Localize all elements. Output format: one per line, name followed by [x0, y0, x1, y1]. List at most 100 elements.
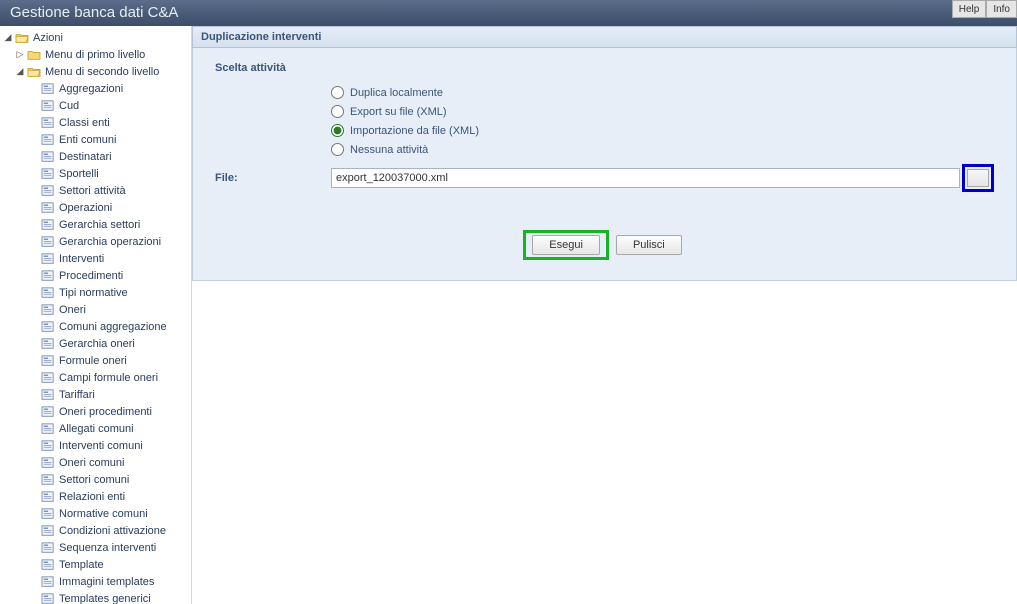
form-icon	[40, 337, 56, 351]
radio-export-xml[interactable]: Export su file (XML)	[331, 105, 994, 118]
sidebar-item-label: Relazioni enti	[59, 491, 189, 503]
sidebar-item-label: Aggregazioni	[59, 83, 189, 95]
sidebar-item-gerarchia-settori[interactable]: Gerarchia settori	[0, 216, 191, 233]
form-icon	[40, 303, 56, 317]
sidebar-item-condizioni-attivazione[interactable]: Condizioni attivazione	[0, 522, 191, 539]
sidebar-item-sequenza-interventi[interactable]: Sequenza interventi	[0, 539, 191, 556]
sidebar-item-label: Immagini templates	[59, 576, 189, 588]
sidebar-item-template[interactable]: Template	[0, 556, 191, 573]
radio-nessuna-attivita[interactable]: Nessuna attività	[331, 143, 994, 156]
info-button[interactable]: Info	[986, 0, 1017, 18]
sidebar-item-label: Normative comuni	[59, 508, 189, 520]
form-icon	[40, 286, 56, 300]
sidebar-item-campi-formule-oneri[interactable]: Campi formule oneri	[0, 369, 191, 386]
radio-label: Duplica localmente	[350, 87, 443, 99]
form-icon	[40, 558, 56, 572]
form-icon	[40, 592, 56, 604]
form-icon	[40, 116, 56, 130]
esegui-button[interactable]: Esegui	[532, 235, 600, 255]
sidebar-item-templates-generici[interactable]: Templates generici	[0, 590, 191, 604]
sidebar-item-label: Interventi comuni	[59, 440, 189, 452]
titlebar-buttons: Help Info	[952, 0, 1017, 22]
sidebar-item-oneri-comuni[interactable]: Oneri comuni	[0, 454, 191, 471]
sidebar-item-settori-comuni[interactable]: Settori comuni	[0, 471, 191, 488]
form-icon	[40, 371, 56, 385]
sidebar-item-label: Operazioni	[59, 202, 189, 214]
tree-menu-primo-livello[interactable]: ▷ Menu di primo livello	[0, 46, 191, 63]
sidebar-item-label: Gerarchia oneri	[59, 338, 189, 350]
sidebar-item-comuni-aggregazione[interactable]: Comuni aggregazione	[0, 318, 191, 335]
form-icon	[40, 405, 56, 419]
browse-button[interactable]	[967, 169, 989, 187]
sidebar-item-interventi[interactable]: Interventi	[0, 250, 191, 267]
section-label: Scelta attività	[215, 62, 994, 74]
radio-duplica-localmente[interactable]: Duplica localmente	[331, 86, 994, 99]
sidebar-item-interventi-comuni[interactable]: Interventi comuni	[0, 437, 191, 454]
form-icon	[40, 524, 56, 538]
form-icon	[40, 354, 56, 368]
form-icon	[40, 218, 56, 232]
form-icon	[40, 133, 56, 147]
radio-label: Nessuna attività	[350, 144, 428, 156]
form-icon	[40, 456, 56, 470]
form-icon	[40, 201, 56, 215]
form-icon	[40, 167, 56, 181]
sidebar-item-oneri-procedimenti[interactable]: Oneri procedimenti	[0, 403, 191, 420]
file-input[interactable]	[331, 168, 960, 188]
sidebar-item-formule-oneri[interactable]: Formule oneri	[0, 352, 191, 369]
form-icon	[40, 507, 56, 521]
radio-input[interactable]	[331, 86, 344, 99]
sidebar-tree: ◢ Azioni ▷ Menu di primo livello ◢ Menu …	[0, 26, 192, 604]
radio-input[interactable]	[331, 105, 344, 118]
tree-label: Menu di secondo livello	[45, 66, 189, 78]
sidebar-item-settori-attivit-[interactable]: Settori attività	[0, 182, 191, 199]
sidebar-item-label: Sportelli	[59, 168, 189, 180]
tree-menu-secondo-livello[interactable]: ◢ Menu di secondo livello	[0, 63, 191, 80]
sidebar-item-gerarchia-oneri[interactable]: Gerarchia oneri	[0, 335, 191, 352]
sidebar-item-oneri[interactable]: Oneri	[0, 301, 191, 318]
sidebar-item-label: Condizioni attivazione	[59, 525, 189, 537]
pulisci-button[interactable]: Pulisci	[616, 235, 682, 255]
form-icon	[40, 150, 56, 164]
form-icon	[40, 99, 56, 113]
sidebar-item-label: Tariffari	[59, 389, 189, 401]
form-icon	[40, 439, 56, 453]
radio-input[interactable]	[331, 143, 344, 156]
collapse-icon[interactable]: ◢	[14, 66, 26, 77]
sidebar-item-label: Settori comuni	[59, 474, 189, 486]
sidebar-item-relazioni-enti[interactable]: Relazioni enti	[0, 488, 191, 505]
sidebar-item-label: Tipi normative	[59, 287, 189, 299]
sidebar-item-label: Comuni aggregazione	[59, 321, 189, 333]
radio-import-xml[interactable]: Importazione da file (XML)	[331, 124, 994, 137]
sidebar-item-label: Destinatari	[59, 151, 189, 163]
sidebar-item-operazioni[interactable]: Operazioni	[0, 199, 191, 216]
radio-input[interactable]	[331, 124, 344, 137]
sidebar-item-enti-comuni[interactable]: Enti comuni	[0, 131, 191, 148]
sidebar-item-destinatari[interactable]: Destinatari	[0, 148, 191, 165]
sidebar-item-procedimenti[interactable]: Procedimenti	[0, 267, 191, 284]
sidebar-item-cud[interactable]: Cud	[0, 97, 191, 114]
sidebar-item-label: Gerarchia settori	[59, 219, 189, 231]
folder-open-icon	[14, 31, 30, 45]
sidebar-item-immagini-templates[interactable]: Immagini templates	[0, 573, 191, 590]
sidebar-item-label: Allegati comuni	[59, 423, 189, 435]
button-row: Esegui Pulisci	[215, 230, 994, 260]
sidebar-item-sportelli[interactable]: Sportelli	[0, 165, 191, 182]
sidebar-item-label: Enti comuni	[59, 134, 189, 146]
tree-root-azioni[interactable]: ◢ Azioni	[0, 29, 191, 46]
sidebar-item-gerarchia-operazioni[interactable]: Gerarchia operazioni	[0, 233, 191, 250]
sidebar-item-classi-enti[interactable]: Classi enti	[0, 114, 191, 131]
panel-body: Scelta attività Duplica localmente Expor…	[192, 48, 1017, 281]
expand-icon[interactable]: ▷	[14, 49, 26, 60]
form-icon	[40, 269, 56, 283]
sidebar-item-normative-comuni[interactable]: Normative comuni	[0, 505, 191, 522]
activity-radio-group: Duplica localmente Export su file (XML) …	[331, 86, 994, 156]
help-button[interactable]: Help	[952, 0, 987, 18]
radio-label: Export su file (XML)	[350, 106, 447, 118]
sidebar-item-allegati-comuni[interactable]: Allegati comuni	[0, 420, 191, 437]
app-title: Gestione banca dati C&A	[10, 4, 178, 21]
sidebar-item-aggregazioni[interactable]: Aggregazioni	[0, 80, 191, 97]
sidebar-item-tipi-normative[interactable]: Tipi normative	[0, 284, 191, 301]
collapse-icon[interactable]: ◢	[2, 32, 14, 43]
sidebar-item-tariffari[interactable]: Tariffari	[0, 386, 191, 403]
